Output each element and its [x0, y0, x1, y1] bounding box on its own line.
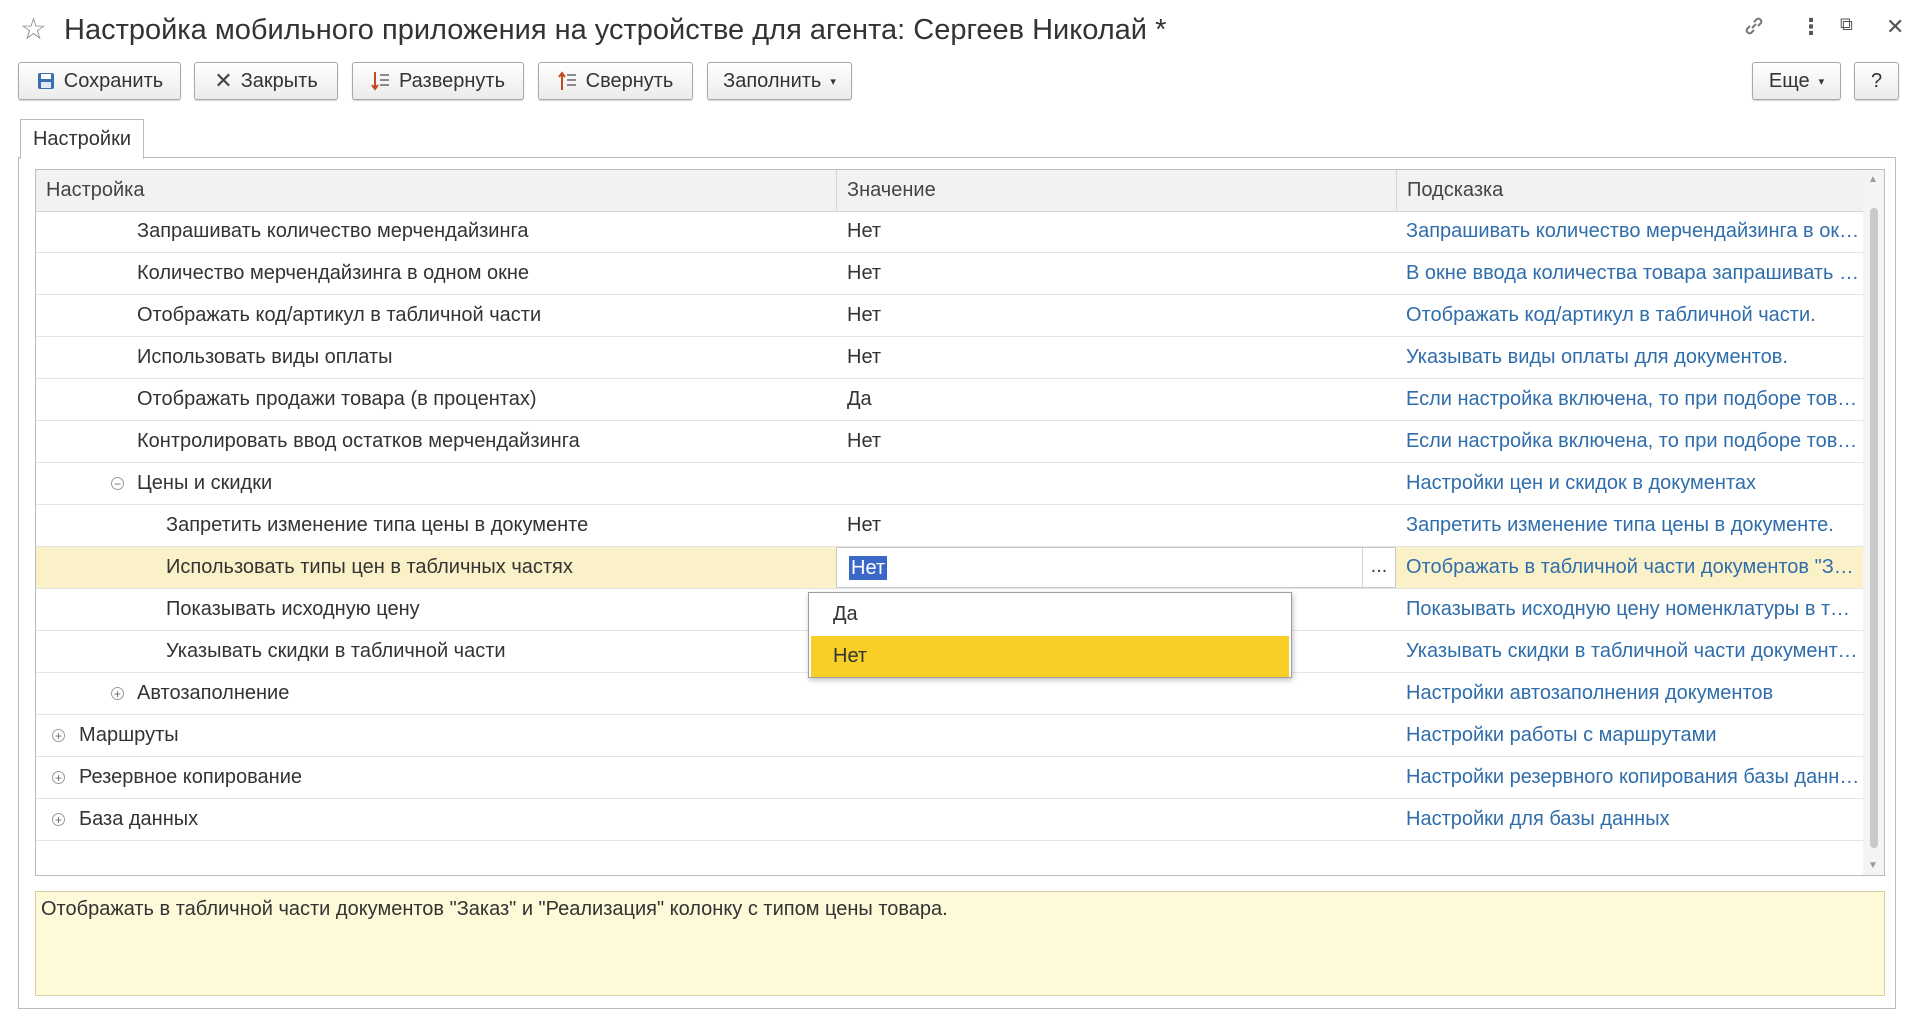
fill-label: Заполнить [723, 69, 822, 92]
setting-name: Отображать код/артикул в табличной части [137, 304, 542, 326]
collapse-label: Свернуть [585, 69, 674, 92]
group-name: База данных [79, 808, 199, 830]
help-label: ? [1870, 69, 1883, 92]
setting-hint-link[interactable]: Настройки цен и скидок в документах [1396, 463, 1876, 504]
table-row[interactable]: Запрашивать количество мерчендайзинга Не… [36, 211, 1876, 253]
restore-icon[interactable]: ⧉ [1840, 14, 1853, 35]
setting-name: Количество мерчендайзинга в одном окне [137, 262, 530, 284]
setting-name: Использовать виды оплаты [137, 346, 393, 368]
close-icon[interactable]: ✕ [1886, 14, 1904, 40]
value-dropdown-list: Да Нет [808, 592, 1292, 678]
setting-value[interactable]: Нет [837, 253, 1395, 294]
column-header-hint[interactable]: Подсказка [1396, 170, 1864, 211]
selected-value-text[interactable]: Нет [849, 556, 888, 580]
help-button[interactable]: ? [1854, 62, 1899, 100]
setting-hint-link[interactable]: Запрашивать количество мерчендайзинга в … [1396, 211, 1876, 252]
table-row-group[interactable]: + Маршруты Настройки работы с маршрутами [36, 715, 1864, 757]
expand-button[interactable]: Развернуть [352, 62, 524, 100]
table-header: Настройка Значение Подсказка [36, 170, 1864, 212]
scroll-up-icon[interactable]: ▲ [1868, 174, 1878, 185]
setting-name: Отображать продажи товара (в процентах) [137, 388, 537, 410]
floppy-disk-icon [36, 71, 56, 91]
link-icon[interactable] [1742, 14, 1766, 44]
dropdown-arrow-icon: ▾ [1818, 75, 1825, 88]
setting-hint-link[interactable]: Настройки автозаполнения документов [1396, 673, 1876, 714]
table-row[interactable]: Использовать виды оплаты Нет Указывать в… [36, 337, 1864, 379]
table-row-group[interactable]: + База данных Настройки для базы данных [36, 799, 1864, 841]
setting-hint-link[interactable]: Отображать в табличной части документов … [1396, 547, 1876, 588]
hint-panel: Отображать в табличной части документов … [35, 891, 1885, 996]
setting-hint-link[interactable]: Настройки работы с маршрутами [1396, 715, 1876, 756]
table-row-group[interactable]: − Цены и скидки Настройки цен и скидок в… [36, 463, 1864, 505]
setting-name: Запретить изменение типа цены в документ… [166, 514, 589, 536]
setting-hint-link[interactable]: Если настройка включена, то при подборе … [1396, 421, 1876, 462]
setting-hint-link[interactable]: Отображать код/артикул в табличной части… [1396, 295, 1876, 336]
table-row[interactable]: Запретить изменение типа цены в документ… [36, 505, 1864, 547]
dropdown-arrow-icon: ▾ [830, 75, 836, 88]
setting-name: Показывать исходную цену [166, 598, 420, 620]
setting-name: Контролировать ввод остатков мерчендайзи… [137, 430, 580, 452]
setting-value[interactable]: Нет [837, 505, 1395, 546]
column-header-setting[interactable]: Настройка [36, 170, 836, 211]
expand-tree-icon [371, 70, 391, 92]
value-edit-field[interactable]: Нет ... [836, 547, 1396, 588]
setting-value[interactable]: Да [837, 379, 1395, 420]
scroll-down-icon[interactable]: ▼ [1868, 860, 1878, 871]
collapse-tree-icon [557, 70, 578, 92]
setting-hint-link[interactable]: Указывать скидки в табличной части докум… [1396, 631, 1876, 672]
collapse-button[interactable]: Свернуть [538, 62, 693, 100]
close-label: Закрыть [240, 69, 318, 92]
dropdown-option-no[interactable]: Нет [811, 636, 1289, 677]
vertical-scrollbar[interactable]: ▲ ▼ [1863, 170, 1884, 875]
expand-label: Развернуть [398, 69, 505, 92]
setting-hint-link[interactable]: В окне ввода количества товара запрашива… [1396, 253, 1876, 294]
window-title: Настройка мобильного приложения на устро… [64, 14, 1167, 46]
settings-tree-table: Настройка Значение Подсказка Запрашивать… [35, 169, 1885, 876]
table-row[interactable]: Количество мерчендайзинга в одном окне Н… [36, 253, 1864, 295]
setting-hint-link[interactable]: Настройки резервного копирования базы да… [1396, 757, 1876, 798]
table-row-selected[interactable]: Использовать типы цен в табличных частях… [36, 547, 1870, 589]
fill-dropdown-button[interactable]: Заполнить ▾ [707, 62, 852, 100]
save-button[interactable]: Сохранить [18, 62, 181, 100]
group-name: Маршруты [79, 724, 179, 746]
more-label: Еще [1768, 69, 1810, 92]
command-bar: Сохранить ✕ Закрыть Развернуть Свернуть … [0, 62, 1920, 106]
select-ellipsis-button[interactable]: ... [1362, 548, 1395, 587]
group-name: Цены и скидки [137, 472, 273, 494]
more-dropdown-button[interactable]: Еще ▾ [1752, 62, 1841, 100]
table-row[interactable]: Отображать продажи товара (в процентах) … [36, 379, 1876, 421]
setting-hint-link[interactable]: Настройки для базы данных [1396, 799, 1876, 840]
scrollbar-thumb[interactable] [1870, 208, 1878, 848]
column-header-value[interactable]: Значение [836, 170, 1396, 211]
table-row-group[interactable]: + Резервное копирование Настройки резерв… [36, 757, 1876, 799]
setting-value[interactable]: Нет [837, 421, 1395, 462]
setting-value[interactable]: Нет [837, 211, 1395, 252]
table-row[interactable]: Отображать код/артикул в табличной части… [36, 295, 1864, 337]
table-row[interactable]: Контролировать ввод остатков мерчендайзи… [36, 421, 1876, 463]
tab-settings-label: Настройки [32, 128, 132, 150]
setting-hint-link[interactable]: Указывать виды оплаты для документов. [1396, 337, 1876, 378]
dropdown-option-yes[interactable]: Да [811, 594, 1289, 635]
group-name: Резервное копирование [79, 766, 303, 788]
setting-hint-link[interactable]: Если настройка включена, то при подборе … [1396, 379, 1876, 420]
setting-name: Запрашивать количество мерчендайзинга [137, 220, 529, 242]
table-row-group[interactable]: + Автозаполнение Настройки автозаполнени… [36, 673, 1864, 715]
star-icon[interactable]: ☆ [20, 12, 47, 47]
title-bar: ☆ Настройка мобильного приложения на уст… [0, 0, 1920, 60]
tab-settings[interactable]: Настройки [20, 119, 144, 159]
save-label: Сохранить [63, 69, 164, 92]
close-button[interactable]: ✕ Закрыть [194, 62, 338, 100]
setting-name: Указывать скидки в табличной части [166, 640, 506, 662]
more-icon[interactable]: ⋮ [1800, 14, 1822, 40]
setting-name: Использовать типы цен в табличных частях [166, 556, 573, 578]
setting-hint-link[interactable]: Показывать исходную цену номенклатуры в … [1396, 589, 1876, 630]
close-x-icon: ✕ [214, 68, 233, 93]
setting-hint-link[interactable]: Запретить изменение типа цены в документ… [1396, 505, 1876, 546]
setting-value[interactable]: Нет [837, 295, 1395, 336]
group-name: Автозаполнение [137, 682, 290, 704]
setting-value[interactable]: Нет [837, 337, 1395, 378]
